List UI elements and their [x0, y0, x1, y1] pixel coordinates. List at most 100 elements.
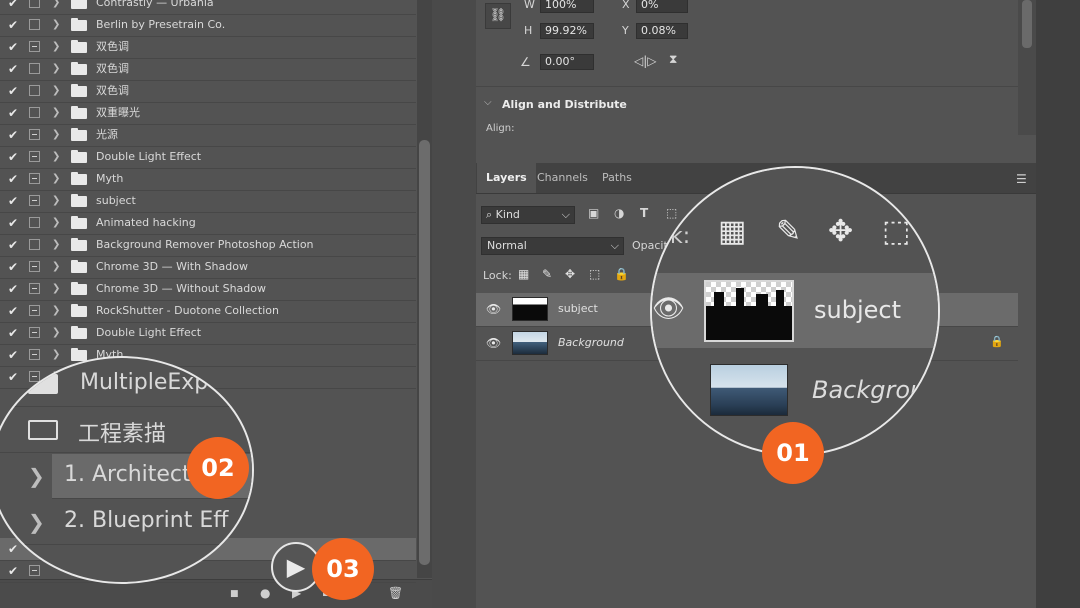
dialog-toggle-icon[interactable] [29, 217, 40, 228]
list-item[interactable]: ✔ ❯ RockShutter - Duotone Collection [0, 300, 416, 323]
dialog-toggle-icon[interactable] [29, 0, 40, 8]
align-section-title[interactable]: Align and Distribute [502, 98, 627, 111]
check-icon[interactable]: ✔ [6, 36, 20, 58]
width-field[interactable]: 100% [540, 0, 594, 13]
chevron-right-icon[interactable]: ❯ [52, 234, 60, 256]
tab-layers[interactable]: Layers [477, 163, 536, 193]
lock-transparent-icon[interactable]: ▦ [518, 267, 529, 281]
type-filter-icon[interactable]: T [640, 206, 648, 220]
chevron-right-icon[interactable]: ❯ [52, 168, 60, 190]
chevron-right-icon[interactable]: ❯ [52, 102, 60, 124]
check-icon[interactable]: ✔ [6, 560, 20, 582]
chevron-right-icon[interactable]: ❯ [52, 80, 60, 102]
dialog-toggle-icon[interactable] [29, 283, 40, 294]
tab-paths[interactable]: Paths [593, 163, 641, 193]
pixel-filter-icon[interactable]: ▣ [588, 206, 599, 220]
dialog-toggle-icon[interactable] [29, 63, 40, 74]
chevron-right-icon[interactable]: ❯ [52, 190, 60, 212]
check-icon[interactable]: ✔ [6, 168, 20, 190]
list-item[interactable]: ✔ ❯ Background Remover Photoshop Action [0, 234, 416, 257]
dialog-toggle-icon[interactable] [29, 129, 40, 140]
check-icon[interactable]: ✔ [6, 256, 20, 278]
lock-brush-icon[interactable]: ✎ [542, 267, 552, 281]
layer-name[interactable]: subject [558, 302, 598, 315]
chevron-right-icon[interactable]: ❯ [52, 300, 60, 322]
dialog-toggle-icon[interactable] [29, 565, 40, 576]
actions-scroll-thumb[interactable] [419, 140, 430, 565]
list-item[interactable]: ✔ ❯ 双色调 [0, 58, 416, 81]
dialog-toggle-icon[interactable] [29, 151, 40, 162]
kind-filter-select[interactable]: ⌕ Kind ⌵ [481, 206, 575, 224]
list-item[interactable]: ✔ ❯ Myth [0, 168, 416, 191]
check-icon[interactable]: ✔ [6, 300, 20, 322]
check-icon[interactable]: ✔ [6, 190, 20, 212]
stop-icon[interactable]: ■ [230, 589, 239, 599]
list-item[interactable]: ✔ ❯ 光源 [0, 124, 416, 147]
link-icon[interactable]: ⛓ [485, 3, 511, 29]
list-item[interactable]: ✔ ❯ Double Light Effect [0, 322, 416, 345]
y-field[interactable]: 0.08% [636, 23, 688, 39]
check-icon[interactable]: ✔ [6, 14, 20, 36]
chevron-right-icon[interactable]: ❯ [52, 212, 60, 234]
layer-name[interactable]: Background [558, 336, 624, 349]
dialog-toggle-icon[interactable] [29, 107, 40, 118]
check-icon[interactable]: ✔ [6, 278, 20, 300]
chevron-right-icon[interactable]: ❯ [52, 278, 60, 300]
chevron-right-icon[interactable]: ❯ [52, 58, 60, 80]
dialog-toggle-icon[interactable] [29, 19, 40, 30]
height-field[interactable]: 99.92% [540, 23, 594, 39]
check-icon[interactable]: ✔ [6, 58, 20, 80]
blend-mode-select[interactable]: Normal ⌵ [481, 237, 624, 255]
chevron-right-icon[interactable]: ❯ [52, 146, 60, 168]
dialog-toggle-icon[interactable] [29, 349, 40, 360]
chevron-right-icon[interactable]: ❯ [52, 256, 60, 278]
list-item[interactable]: ✔ ❯ Contrastly — Urbania [0, 0, 416, 15]
check-icon[interactable]: ✔ [6, 80, 20, 102]
list-item[interactable]: ✔ ❯ subject [0, 190, 416, 213]
record-icon[interactable]: ● [260, 586, 270, 600]
list-item[interactable]: ✔ ❯ Berlin by Presetrain Co. [0, 14, 416, 37]
list-item[interactable]: ✔ ❯ 双色调 [0, 80, 416, 103]
dialog-toggle-icon[interactable] [29, 85, 40, 96]
lock-icon[interactable]: 🔒 [990, 335, 1004, 348]
dialog-toggle-icon[interactable] [29, 41, 40, 52]
chevron-right-icon[interactable]: ❯ [52, 36, 60, 58]
dialog-toggle-icon[interactable] [29, 261, 40, 272]
flip-horizontal-icon[interactable]: ◁|▷ [634, 54, 657, 68]
adjustment-filter-icon[interactable]: ◑ [614, 206, 624, 220]
tab-channels[interactable]: Channels [528, 163, 597, 193]
list-item[interactable]: ✔ ❯ Double Light Effect [0, 146, 416, 169]
check-icon[interactable]: ✔ [6, 0, 20, 14]
flip-vertical-icon[interactable]: ⧗ [669, 52, 677, 67]
dialog-toggle-icon[interactable] [29, 327, 40, 338]
list-item[interactable]: ✔ ❯ 双重曝光 [0, 102, 416, 125]
dialog-toggle-icon[interactable] [29, 195, 40, 206]
chevron-right-icon[interactable]: ❯ [52, 124, 60, 146]
chevron-down-icon[interactable]: ⌵ [484, 97, 492, 108]
check-icon[interactable]: ✔ [6, 102, 20, 124]
lock-move-icon[interactable]: ✥ [565, 267, 575, 281]
dialog-toggle-icon[interactable] [29, 239, 40, 250]
check-icon[interactable]: ✔ [6, 146, 20, 168]
chevron-right-icon[interactable]: ❯ [52, 14, 60, 36]
dialog-toggle-icon[interactable] [29, 173, 40, 184]
properties-scroll-thumb[interactable] [1022, 0, 1032, 48]
angle-field[interactable]: 0.00° [540, 54, 594, 70]
dialog-toggle-icon[interactable] [29, 305, 40, 316]
eye-icon[interactable]: 👁 [486, 302, 501, 316]
eye-icon[interactable]: 👁 [486, 336, 501, 350]
check-icon[interactable]: ✔ [6, 124, 20, 146]
chevron-right-icon[interactable]: ❯ [52, 322, 60, 344]
lock-all-icon[interactable]: 🔒 [614, 267, 629, 281]
trash-icon[interactable]: 🗑 [388, 586, 403, 600]
check-icon[interactable]: ✔ [6, 212, 20, 234]
panel-menu-icon[interactable]: ☰ [1016, 172, 1027, 186]
list-item[interactable]: ✔ ❯ 双色调 [0, 36, 416, 59]
list-item[interactable]: ✔ ❯ Chrome 3D — Without Shadow [0, 278, 416, 301]
x-field[interactable]: 0% [636, 0, 688, 13]
check-icon[interactable]: ✔ [6, 322, 20, 344]
chevron-right-icon[interactable]: ❯ [52, 0, 60, 14]
lock-artboard-icon[interactable]: ⬚ [589, 267, 600, 281]
list-item[interactable]: ✔ ❯ Chrome 3D — With Shadow [0, 256, 416, 279]
check-icon[interactable]: ✔ [6, 234, 20, 256]
